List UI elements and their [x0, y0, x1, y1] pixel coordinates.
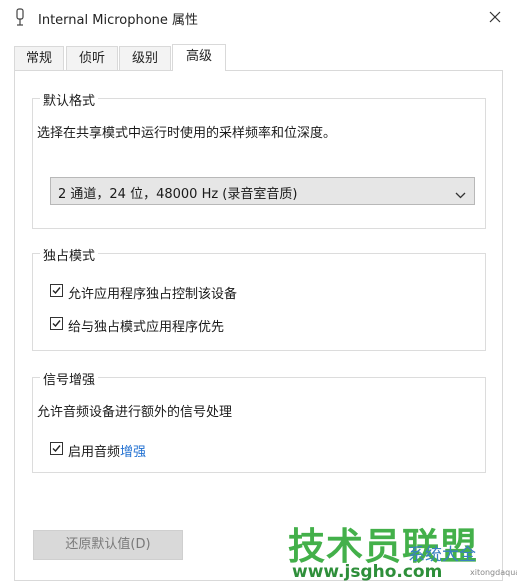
enable-audio-label-highlight: 增强 — [120, 445, 147, 460]
exclusive-priority-option[interactable]: 给与独占模式应用程序优先 — [50, 316, 310, 335]
signal-enhancement-description: 允许音频设备进行额外的信号处理 — [37, 405, 233, 420]
exclusive-mode-legend: 独占模式 — [40, 245, 99, 264]
default-format-group: 默认格式 选择在共享模式中运行时使用的采样频率和位深度。 2 通道，24 位，4… — [32, 90, 486, 229]
enable-audio-enhancement-option[interactable]: 启用音频增强 — [50, 441, 250, 460]
signal-enhancement-group: 信号增强 允许音频设备进行额外的信号处理 启用音频增强 — [32, 369, 486, 473]
chevron-down-icon — [455, 188, 466, 199]
tab-levels[interactable]: 级别 — [119, 46, 171, 70]
window-title: Internal Microphone 属性 — [38, 13, 199, 28]
default-format-legend: 默认格式 — [40, 90, 99, 109]
watermark-small-text: xitongdaquan — [470, 568, 517, 577]
advanced-tab-panel: 默认格式 选择在共享模式中运行时使用的采样频率和位深度。 2 通道，24 位，4… — [14, 70, 503, 581]
allow-exclusive-control-option[interactable]: 允许应用程序独占控制该设备 — [50, 283, 310, 302]
title-bar: Internal Microphone 属性 — [0, 0, 517, 34]
tab-general[interactable]: 常规 — [14, 46, 64, 70]
tab-listen[interactable]: 侦听 — [66, 46, 118, 70]
microphone-icon — [14, 8, 26, 26]
enable-audio-enhancement-label: 启用音频增强 — [68, 441, 146, 460]
allow-exclusive-control-checkbox[interactable] — [50, 284, 63, 297]
default-format-description: 选择在共享模式中运行时使用的采样频率和位深度。 — [37, 126, 337, 141]
checkmark-icon — [52, 445, 61, 453]
tab-advanced[interactable]: 高级 — [172, 44, 226, 71]
exclusive-priority-label: 给与独占模式应用程序优先 — [68, 320, 225, 335]
watermark: 技术员联盟 系统大全 www.jsgho.com xitongdaquan — [286, 516, 517, 585]
checkmark-icon — [52, 320, 61, 328]
exclusive-priority-checkbox[interactable] — [50, 317, 63, 330]
checkmark-icon — [52, 287, 61, 295]
format-select-value: 2 通道，24 位，48000 Hz (录音室音质) — [58, 187, 298, 202]
format-select[interactable]: 2 通道，24 位，48000 Hz (录音室音质) — [50, 177, 475, 205]
exclusive-mode-group: 独占模式 允许应用程序独占控制该设备 给与独占模式应用程序优先 — [32, 245, 486, 351]
close-icon — [489, 11, 501, 23]
tab-strip: 常规 侦听 级别 高级 — [14, 44, 504, 71]
enable-audio-label-text: 启用音频 — [68, 445, 121, 460]
enable-audio-enhancement-checkbox[interactable] — [50, 442, 63, 455]
allow-exclusive-control-label: 允许应用程序独占控制该设备 — [68, 287, 238, 302]
signal-enhancement-legend: 信号增强 — [40, 369, 99, 388]
watermark-url: www.jsgho.com — [292, 562, 443, 582]
restore-defaults-button[interactable]: 还原默认值(D) — [33, 530, 183, 560]
close-button[interactable] — [480, 2, 510, 32]
